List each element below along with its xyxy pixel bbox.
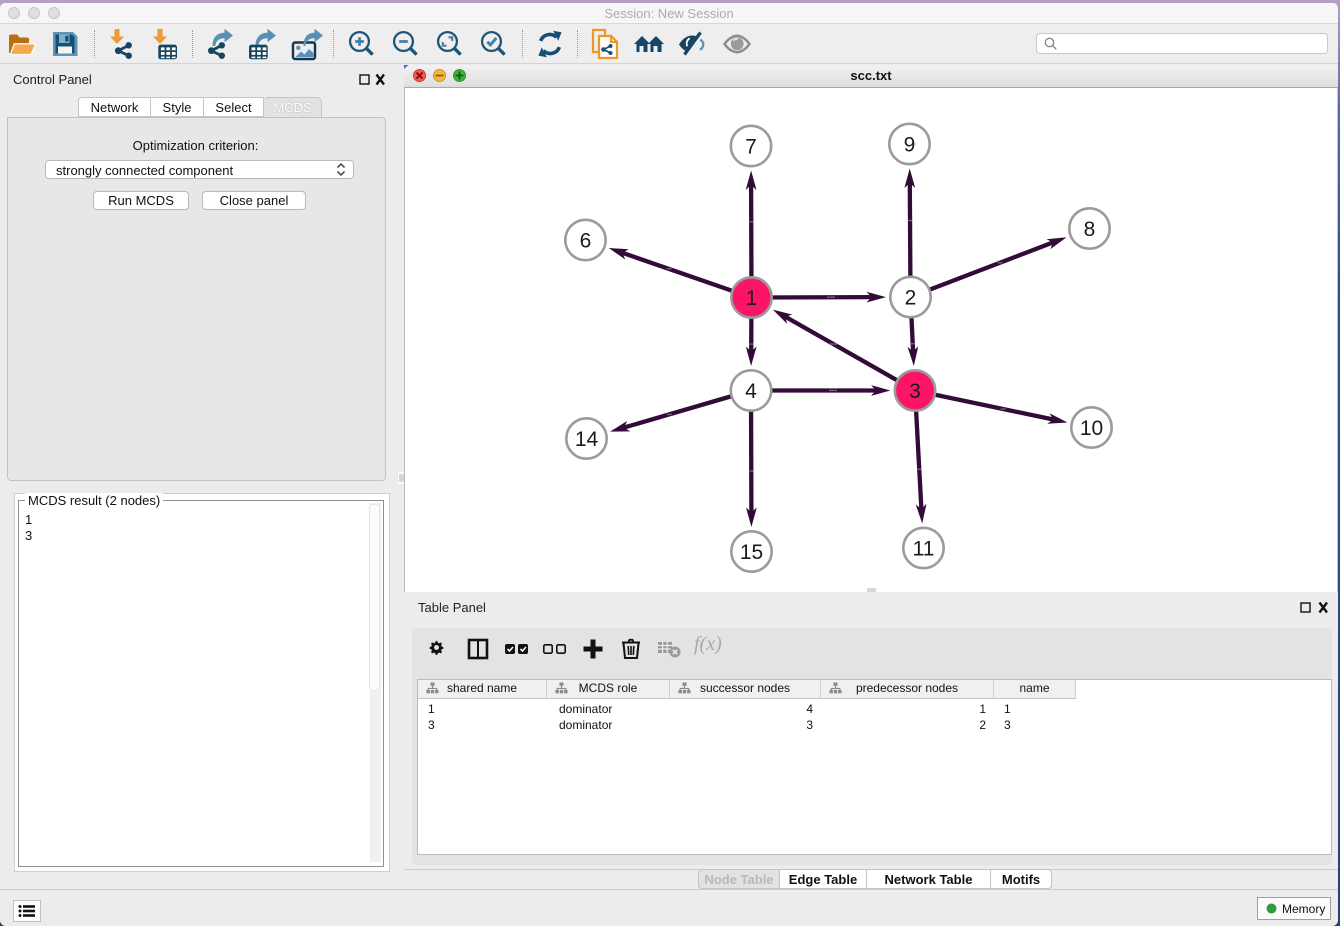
- svg-text:14: 14: [575, 428, 599, 451]
- svg-text:10: 10: [1080, 417, 1103, 440]
- svg-text:9: 9: [904, 133, 916, 156]
- svg-text:11: 11: [913, 537, 935, 560]
- svg-text:3: 3: [909, 380, 921, 403]
- svg-text:8: 8: [1084, 218, 1096, 241]
- svg-text:2: 2: [905, 286, 917, 309]
- svg-text:1: 1: [746, 287, 758, 310]
- svg-text:4: 4: [745, 380, 757, 403]
- svg-text:15: 15: [740, 541, 763, 564]
- svg-text:7: 7: [745, 135, 757, 158]
- svg-text:6: 6: [580, 229, 592, 252]
